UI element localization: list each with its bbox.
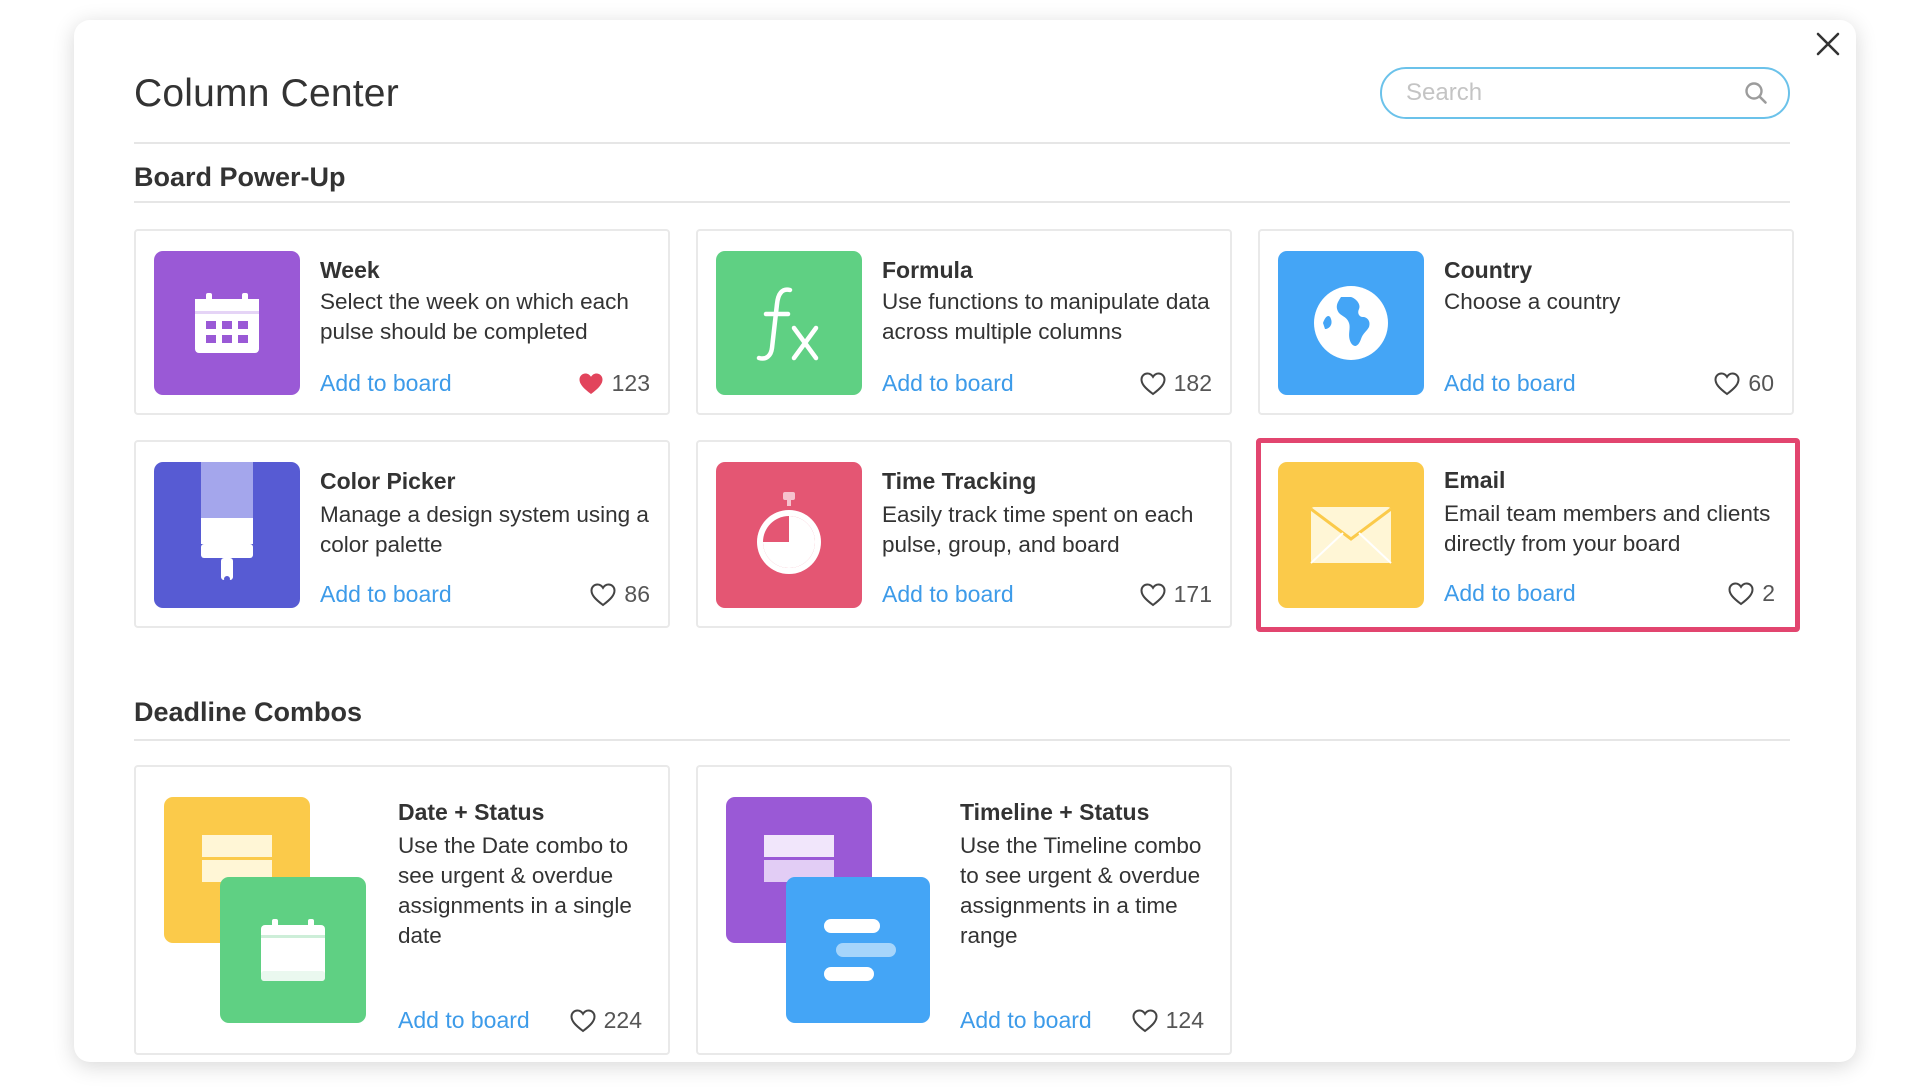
card-title: Week bbox=[320, 257, 380, 283]
close-button[interactable] bbox=[1811, 27, 1845, 61]
column-card-date-status: Date + Status Use the Date combo to see … bbox=[134, 765, 670, 1055]
card-description: Select the week on which each pulse shou… bbox=[320, 289, 629, 344]
add-to-board-link[interactable]: Add to board bbox=[882, 581, 1014, 608]
card-title: Timeline + Status bbox=[960, 799, 1150, 825]
like-count: 123 bbox=[611, 370, 650, 396]
envelope-icon bbox=[1278, 462, 1424, 608]
column-card-timeline-status: Timeline + Status Use the Timeline combo… bbox=[696, 765, 1232, 1055]
heart-outline-icon[interactable] bbox=[570, 1008, 596, 1033]
column-card-week: Week Select the week on which each pulse… bbox=[134, 229, 670, 415]
heart-outline-icon[interactable] bbox=[1132, 1008, 1158, 1033]
add-to-board-link[interactable]: Add to board bbox=[1444, 580, 1576, 607]
card-title: Country bbox=[1444, 257, 1533, 283]
timeline-combo-front-tile bbox=[786, 877, 930, 1023]
likes[interactable]: 2 bbox=[1728, 580, 1775, 607]
globe-icon bbox=[1278, 251, 1424, 395]
likes[interactable]: 171 bbox=[1140, 581, 1212, 608]
likes[interactable]: 124 bbox=[1132, 1007, 1204, 1034]
column-card-country: Country Choose a country Add to board 60 bbox=[1258, 229, 1794, 415]
like-count: 2 bbox=[1762, 580, 1775, 606]
heart-outline-icon[interactable] bbox=[1714, 371, 1740, 396]
likes[interactable]: 123 bbox=[578, 370, 650, 397]
card-description: Use the Timeline combo to see urgent & o… bbox=[960, 833, 1202, 948]
likes[interactable]: 86 bbox=[590, 581, 650, 608]
like-count: 182 bbox=[1173, 370, 1212, 396]
search-input[interactable] bbox=[1406, 79, 1742, 107]
card-title: Email bbox=[1444, 467, 1506, 493]
header-divider bbox=[134, 142, 1790, 144]
column-card-email: Email Email team members and clients dir… bbox=[1256, 438, 1800, 632]
column-card-time-tracking: Time Tracking Easily track time spent on… bbox=[696, 440, 1232, 628]
add-to-board-link[interactable]: Add to board bbox=[882, 370, 1014, 397]
section-divider bbox=[134, 201, 1790, 203]
likes[interactable]: 224 bbox=[570, 1007, 642, 1034]
section-title-board-power-up: Board Power-Up bbox=[134, 162, 346, 192]
stopwatch-icon bbox=[716, 462, 862, 608]
card-title: Formula bbox=[882, 257, 973, 283]
card-description: Manage a design system using a color pal… bbox=[320, 502, 649, 557]
card-description: Use functions to manipulate data across … bbox=[882, 289, 1210, 344]
card-description: Easily track time spent on each pulse, g… bbox=[882, 502, 1194, 557]
card-title: Date + Status bbox=[398, 799, 545, 825]
date-combo-front-tile bbox=[220, 877, 366, 1023]
like-count: 224 bbox=[603, 1007, 642, 1033]
add-to-board-link[interactable]: Add to board bbox=[1444, 370, 1576, 397]
column-card-color-picker: Color Picker Manage a design system usin… bbox=[134, 440, 670, 628]
search-icon[interactable] bbox=[1742, 79, 1770, 107]
likes[interactable]: 60 bbox=[1714, 370, 1774, 397]
formula-icon bbox=[716, 251, 862, 395]
add-to-board-link[interactable]: Add to board bbox=[320, 370, 452, 397]
like-count: 86 bbox=[624, 581, 650, 607]
column-card-formula: Formula Use functions to manipulate data… bbox=[696, 229, 1232, 415]
heart-outline-icon[interactable] bbox=[1728, 581, 1754, 606]
card-title: Color Picker bbox=[320, 468, 456, 494]
card-title: Time Tracking bbox=[882, 468, 1037, 494]
likes[interactable]: 182 bbox=[1140, 370, 1212, 397]
card-description: Choose a country bbox=[1444, 289, 1621, 314]
card-description: Email team members and clients directly … bbox=[1444, 501, 1771, 556]
add-to-board-link[interactable]: Add to board bbox=[960, 1007, 1092, 1034]
page-title: Column Center bbox=[134, 72, 399, 115]
like-count: 171 bbox=[1173, 581, 1212, 607]
heart-outline-icon[interactable] bbox=[1140, 371, 1166, 396]
add-to-board-link[interactable]: Add to board bbox=[320, 581, 452, 608]
section-divider bbox=[134, 739, 1790, 741]
close-icon bbox=[1816, 32, 1840, 56]
section-title-deadline-combos: Deadline Combos bbox=[134, 697, 363, 727]
like-count: 60 bbox=[1748, 370, 1774, 396]
heart-filled-icon[interactable] bbox=[578, 372, 604, 396]
heart-outline-icon[interactable] bbox=[590, 582, 616, 607]
search-box[interactable] bbox=[1380, 67, 1790, 119]
card-description: Use the Date combo to see urgent & overd… bbox=[398, 833, 632, 948]
paint-brush-icon bbox=[154, 462, 300, 608]
calendar-icon bbox=[154, 251, 300, 395]
like-count: 124 bbox=[1165, 1007, 1204, 1033]
add-to-board-link[interactable]: Add to board bbox=[398, 1007, 530, 1034]
heart-outline-icon[interactable] bbox=[1140, 582, 1166, 607]
